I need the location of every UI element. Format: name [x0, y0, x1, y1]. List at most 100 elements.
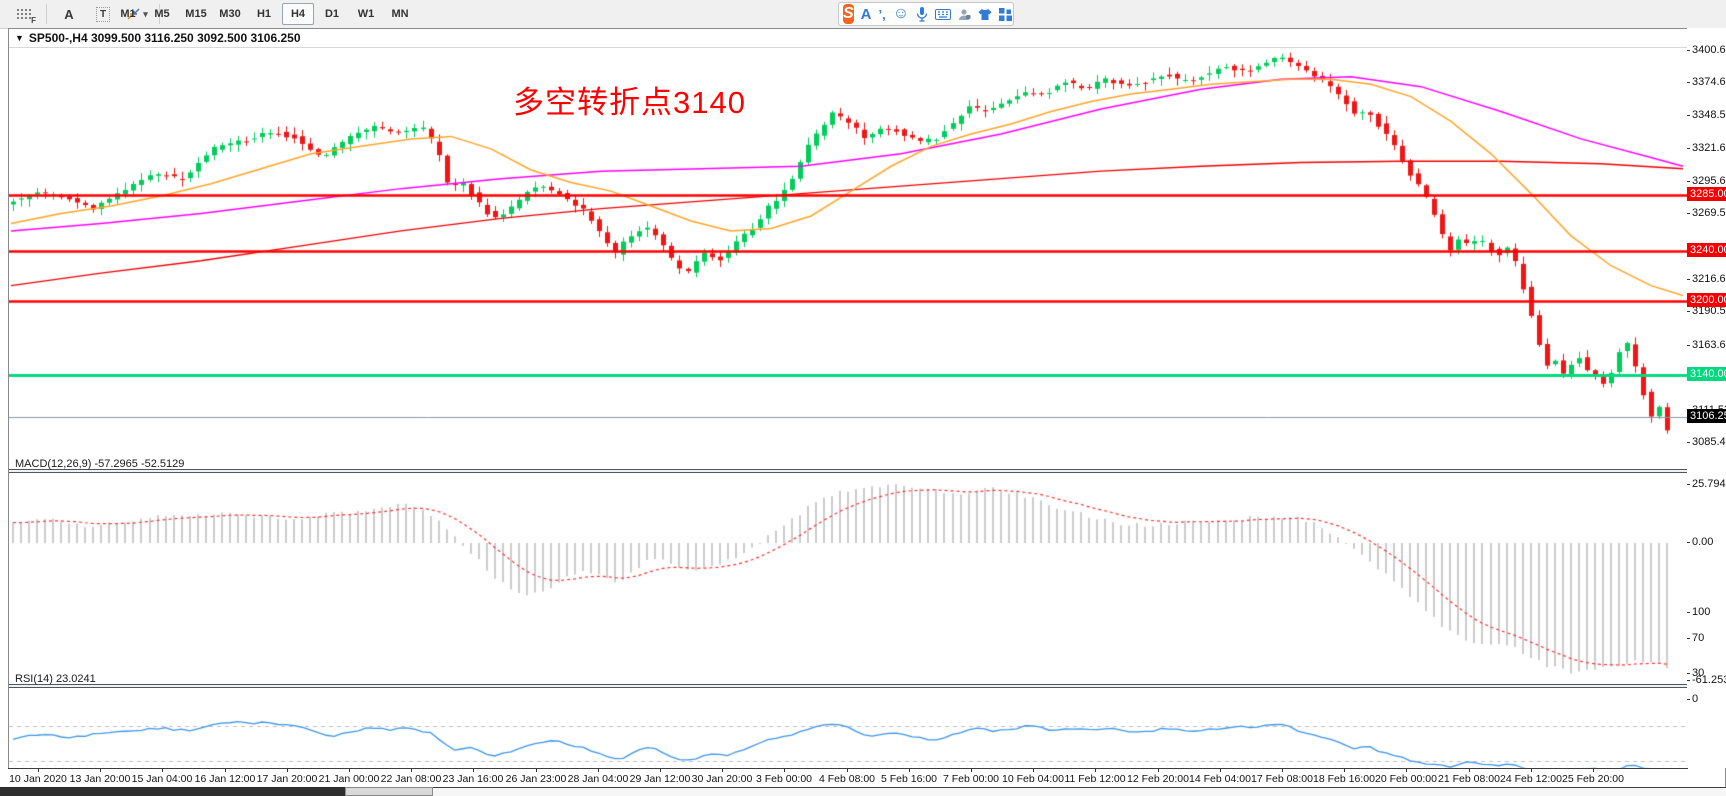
macd-axis-label: 25.7946 [1692, 478, 1726, 490]
price-axis-label: 3269.530 [1692, 207, 1726, 219]
taskbar-button-segment[interactable] [345, 787, 433, 796]
hline-price-label: 3140.000 [1687, 367, 1726, 381]
hline-price-label: 3240.000 [1687, 243, 1726, 257]
price-axis-label: 3295.600 [1692, 175, 1726, 187]
time-axis[interactable]: 10 Jan 202013 Jan 20:0015 Jan 04:0016 Ja… [8, 768, 1687, 788]
axis-tick [1687, 82, 1690, 83]
axis-tick [1687, 345, 1690, 346]
current-price-label: 3106.250 [1687, 409, 1726, 423]
axis-tick [1687, 673, 1690, 674]
time-axis-tick [660, 769, 661, 772]
timeframe-button-w1[interactable]: W1 [350, 3, 382, 25]
time-axis-tick [411, 769, 412, 772]
time-axis-tick [1282, 769, 1283, 772]
rsi-indicator-label: RSI(14) 23.0241 [15, 673, 96, 685]
time-axis-tick [598, 769, 599, 772]
ime-font-icon[interactable]: A [861, 6, 872, 23]
axis-tick [1687, 279, 1690, 280]
taskbar-light-segment [433, 787, 1726, 796]
time-axis-tick [1158, 769, 1159, 772]
time-axis-tick [536, 769, 537, 772]
price-axis-label: 3085.460 [1692, 436, 1726, 448]
timeframe-toolbar: M1M5M15M30H1H4D1W1MN [112, 3, 416, 25]
rsi-axis-label: 100 [1692, 606, 1710, 618]
ime-skin-shirt-icon[interactable] [978, 8, 992, 21]
time-axis-tick [1033, 769, 1034, 772]
axis-tick [1687, 484, 1690, 485]
time-axis-tick [1531, 769, 1532, 772]
macd-axis-label: 0.00 [1692, 536, 1713, 548]
rsi-axis-label: 70 [1692, 632, 1704, 644]
axis-tick [1687, 181, 1690, 182]
axis-tick [1687, 638, 1690, 639]
sogou-logo-icon[interactable]: S [843, 4, 854, 24]
timeframe-button-m1[interactable]: M1 [112, 3, 144, 25]
time-axis-tick [1406, 769, 1407, 772]
chart-title-bar[interactable]: ▼ SP500-,H4 3099.500 3116.250 3092.500 3… [9, 29, 1725, 48]
axis-tick [1687, 311, 1690, 312]
rsi-axis-label: 30 [1692, 667, 1704, 679]
time-axis-tick [1593, 769, 1594, 772]
text-tool-icon: T [96, 7, 110, 22]
axis-tick [1687, 50, 1690, 51]
price-axis-label: 3321.670 [1692, 142, 1726, 154]
timeframe-button-h4[interactable]: H4 [282, 3, 314, 25]
chart-title: SP500-,H4 3099.500 3116.250 3092.500 310… [29, 31, 301, 45]
ime-punctuation-icon[interactable]: ’, [879, 7, 886, 22]
taskbar-edge [0, 787, 1726, 796]
timeframe-button-h1[interactable]: H1 [248, 3, 280, 25]
axis-tick [1687, 213, 1690, 214]
right-axis-column[interactable]: 3400.6703374.6003348.5303321.6703295.600… [1687, 28, 1726, 768]
ime-menu-grid-icon[interactable] [999, 8, 1012, 21]
time-axis-tick [162, 769, 163, 772]
ime-emoji-icon[interactable]: ☺ [893, 5, 909, 23]
time-axis-tick [287, 769, 288, 772]
collapse-triangle-icon[interactable]: ▼ [15, 33, 24, 43]
hline-price-label: 3285.000 [1687, 187, 1726, 201]
timeframe-button-m30[interactable]: M30 [214, 3, 246, 25]
time-axis-tick [784, 769, 785, 772]
macd-indicator-label: MACD(12,26,9) -57.2965 -52.5129 [15, 458, 184, 470]
symbols-grid-icon: F [16, 8, 32, 21]
time-axis-tick [1220, 769, 1221, 772]
axis-tick [1687, 148, 1690, 149]
axis-tick [1687, 115, 1690, 116]
time-axis-tick [971, 769, 972, 772]
time-axis-tick [722, 769, 723, 772]
axis-tick [1687, 542, 1690, 543]
axis-tick [1687, 442, 1690, 443]
time-axis-tick [909, 769, 910, 772]
symbols-grid-button[interactable]: F [8, 3, 40, 25]
ime-microphone-icon[interactable] [916, 7, 928, 22]
price-axis-label: 3163.670 [1692, 339, 1726, 351]
time-axis-tick [100, 769, 101, 772]
time-axis-label: 25 Feb 20:00 [1545, 773, 1641, 785]
time-axis-tick [473, 769, 474, 772]
time-axis-tick [225, 769, 226, 772]
label-tool-button[interactable]: A [53, 3, 85, 25]
price-axis-label: 3348.530 [1692, 109, 1726, 121]
ime-profile-icon[interactable] [958, 8, 971, 21]
time-axis-tick [38, 769, 39, 772]
timeframe-button-d1[interactable]: D1 [316, 3, 348, 25]
metatrader-window: F A T ▾ M1M5M15M30H1H4D1W1MN S A ’, ☺ [0, 0, 1726, 796]
chart-window: ▼ SP500-,H4 3099.500 3116.250 3092.500 3… [8, 28, 1726, 787]
ime-toolbar[interactable]: S A ’, ☺ [838, 2, 1014, 26]
toolbar-separator [46, 4, 47, 24]
time-axis-tick [349, 769, 350, 772]
axis-tick [1687, 680, 1690, 681]
timeframe-button-mn[interactable]: MN [384, 3, 416, 25]
time-axis-tick [1344, 769, 1345, 772]
label-a-icon: A [64, 7, 73, 22]
price-chart-canvas[interactable] [9, 49, 1687, 469]
price-axis-label: 3216.600 [1692, 273, 1726, 285]
ime-keyboard-icon[interactable] [935, 9, 951, 20]
hline-price-label: 3200.000 [1687, 293, 1726, 307]
macd-panel-canvas[interactable] [9, 473, 1687, 684]
timeframe-button-m15[interactable]: M15 [180, 3, 212, 25]
chart-annotation-text[interactable]: 多空转折点3140 [513, 77, 746, 122]
price-axis-label: 3374.600 [1692, 76, 1726, 88]
timeframe-button-m5[interactable]: M5 [146, 3, 178, 25]
taskbar-dark-segment [0, 787, 345, 796]
time-axis-tick [847, 769, 848, 772]
